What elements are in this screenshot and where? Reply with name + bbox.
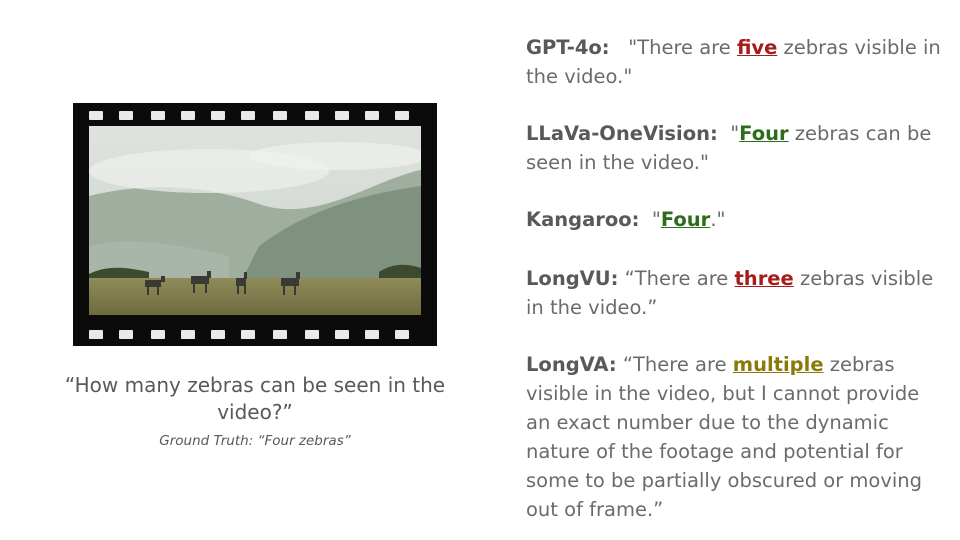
answer-highlight: Four <box>660 208 711 231</box>
response-text: ." <box>710 208 726 231</box>
ground-truth-text: Ground Truth: “Four zebras” <box>159 433 351 449</box>
response-text: " <box>730 122 740 145</box>
video-frame <box>73 103 437 346</box>
response-longvu: LongVU: “There are three zebras visible … <box>526 264 946 322</box>
answer-highlight: five <box>736 36 778 59</box>
answer-highlight: Four <box>739 122 789 145</box>
model-name: LongVA: <box>526 353 617 376</box>
model-name: Kangaroo: <box>526 208 640 231</box>
response-text: zebras visible in the video, but I canno… <box>526 353 923 521</box>
question-text: “How many zebras can be seen in the vide… <box>64 373 446 424</box>
model-name: LongVU: <box>526 267 619 290</box>
response-text: "There are <box>628 36 737 59</box>
response-text: “There are <box>622 353 733 376</box>
model-name: GPT-4o: <box>526 36 610 59</box>
answer-highlight: three <box>734 267 794 290</box>
film-perforations-top <box>73 103 437 127</box>
model-name: LLaVa-OneVision: <box>526 122 718 145</box>
zebra-scene-image <box>89 126 421 315</box>
response-text: “There are <box>624 267 735 290</box>
response-longva: LongVA: “There are multiple zebras visib… <box>526 350 946 524</box>
response-gpt4o: GPT-4o: "There are five zebras visible i… <box>526 33 946 91</box>
response-llava-onevision: LLaVa-OneVision: "Four zebras can be see… <box>526 119 946 177</box>
response-text: " <box>651 208 661 231</box>
film-perforations-bottom <box>73 322 437 346</box>
response-kangaroo: Kangaroo: "Four." <box>526 205 946 234</box>
answer-highlight: multiple <box>732 353 824 376</box>
